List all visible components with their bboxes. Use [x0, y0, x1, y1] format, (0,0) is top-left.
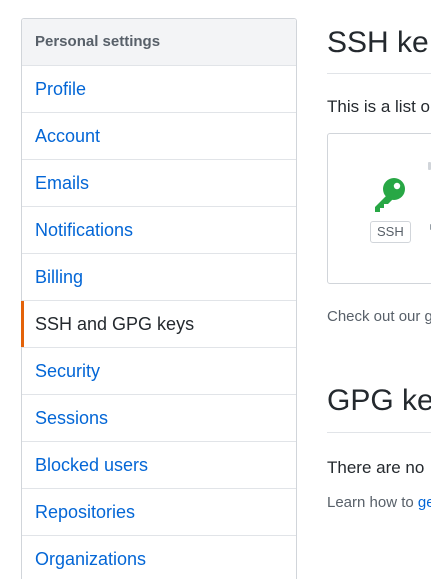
key-icon: [370, 176, 410, 214]
gpg-title-divider: [327, 432, 431, 433]
sidebar-item-emails[interactable]: Emails: [22, 160, 296, 207]
sidebar-item-billing[interactable]: Billing: [22, 254, 296, 301]
settings-page: Personal settings Profile Account Emails…: [0, 0, 431, 579]
ssh-keys-title: SSH ke: [327, 26, 429, 59]
gpg-keys-title: GPG ke: [327, 384, 431, 417]
ssh-badge: SSH: [370, 221, 411, 243]
gpg-empty-text: There are no: [327, 458, 425, 477]
sidebar-item-ssh-gpg-keys[interactable]: SSH and GPG keys: [21, 301, 296, 348]
ssh-help-text: Check out our g: [327, 308, 431, 325]
gpg-help-prefix: Learn how to: [327, 494, 414, 511]
sidebar-item-security[interactable]: Security: [22, 348, 296, 395]
sidebar-item-repositories[interactable]: Repositories: [22, 489, 296, 536]
ssh-intro-text: This is a list o: [327, 97, 430, 116]
ssh-key-card: SSH: [327, 133, 431, 284]
settings-sidebar: Personal settings Profile Account Emails…: [21, 18, 297, 579]
sidebar-item-sessions[interactable]: Sessions: [22, 395, 296, 442]
sidebar-item-account[interactable]: Account: [22, 113, 296, 160]
sidebar-item-notifications[interactable]: Notifications: [22, 207, 296, 254]
sidebar-item-profile[interactable]: Profile: [22, 66, 296, 113]
ssh-title-divider: [327, 73, 431, 74]
sidebar-item-blocked-users[interactable]: Blocked users: [22, 442, 296, 489]
gpg-help-link[interactable]: ge: [418, 494, 431, 511]
sidebar-item-organizations[interactable]: Organizations: [22, 536, 296, 579]
sidebar-header: Personal settings: [22, 19, 296, 66]
gpg-help-text: Learn how to ge: [327, 494, 431, 511]
